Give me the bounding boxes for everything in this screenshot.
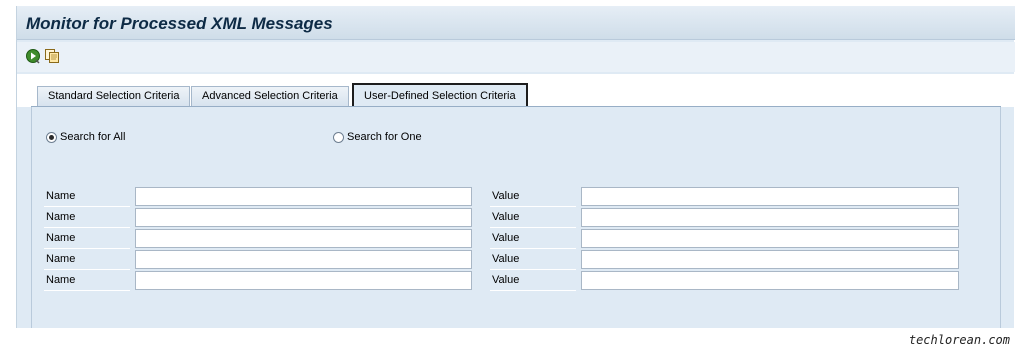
title-bar: Monitor for Processed XML Messages [17, 6, 1015, 40]
value-label: Value [490, 186, 576, 207]
criteria-row: Name Value [32, 207, 1002, 228]
name-label: Name [44, 270, 130, 291]
radio-button-checked-icon [46, 131, 57, 143]
value-field[interactable] [581, 208, 959, 227]
tab-user-defined-selection[interactable]: User-Defined Selection Criteria [352, 83, 528, 107]
tab-label: Standard Selection Criteria [48, 90, 180, 102]
criteria-row: Name Value [32, 186, 1002, 207]
name-field[interactable] [135, 271, 472, 290]
name-label: Name [44, 207, 130, 228]
page-title: Monitor for Processed XML Messages [26, 14, 333, 33]
value-field[interactable] [581, 229, 959, 248]
value-label: Value [490, 207, 576, 228]
value-field[interactable] [581, 250, 959, 269]
radio-button-unchecked-icon [333, 131, 344, 143]
application-toolbar [17, 42, 1015, 72]
sap-window: Monitor for Processed XML Messages Stand… [16, 6, 1015, 328]
name-field[interactable] [135, 187, 472, 206]
search-for-all-radio[interactable]: Search for All [46, 131, 125, 143]
tab-standard-selection[interactable]: Standard Selection Criteria [37, 86, 191, 107]
name-label: Name [44, 228, 130, 249]
value-label: Value [490, 249, 576, 270]
execute-icon[interactable] [25, 48, 43, 66]
value-label: Value [490, 228, 576, 249]
watermark-text: techlorean.com [908, 333, 1010, 347]
criteria-row: Name Value [32, 228, 1002, 249]
tab-advanced-selection[interactable]: Advanced Selection Criteria [191, 86, 349, 107]
tab-label: User-Defined Selection Criteria [364, 90, 516, 102]
name-field[interactable] [135, 250, 472, 269]
search-for-one-radio[interactable]: Search for One [333, 131, 422, 143]
selection-panel: Search for All Search for One Name Value… [31, 107, 1001, 328]
criteria-row: Name Value [32, 270, 1002, 291]
value-field[interactable] [581, 271, 959, 290]
criteria-row: Name Value [32, 249, 1002, 270]
name-field[interactable] [135, 229, 472, 248]
tab-label: Advanced Selection Criteria [202, 90, 338, 102]
copy-icon[interactable] [44, 48, 62, 66]
value-label: Value [490, 270, 576, 291]
radio-label: Search for All [60, 131, 126, 143]
tab-strip: Standard Selection Criteria Advanced Sel… [17, 74, 1015, 107]
name-field[interactable] [135, 208, 472, 227]
value-field[interactable] [581, 187, 959, 206]
radio-label: Search for One [347, 131, 422, 143]
name-label: Name [44, 249, 130, 270]
name-label: Name [44, 186, 130, 207]
